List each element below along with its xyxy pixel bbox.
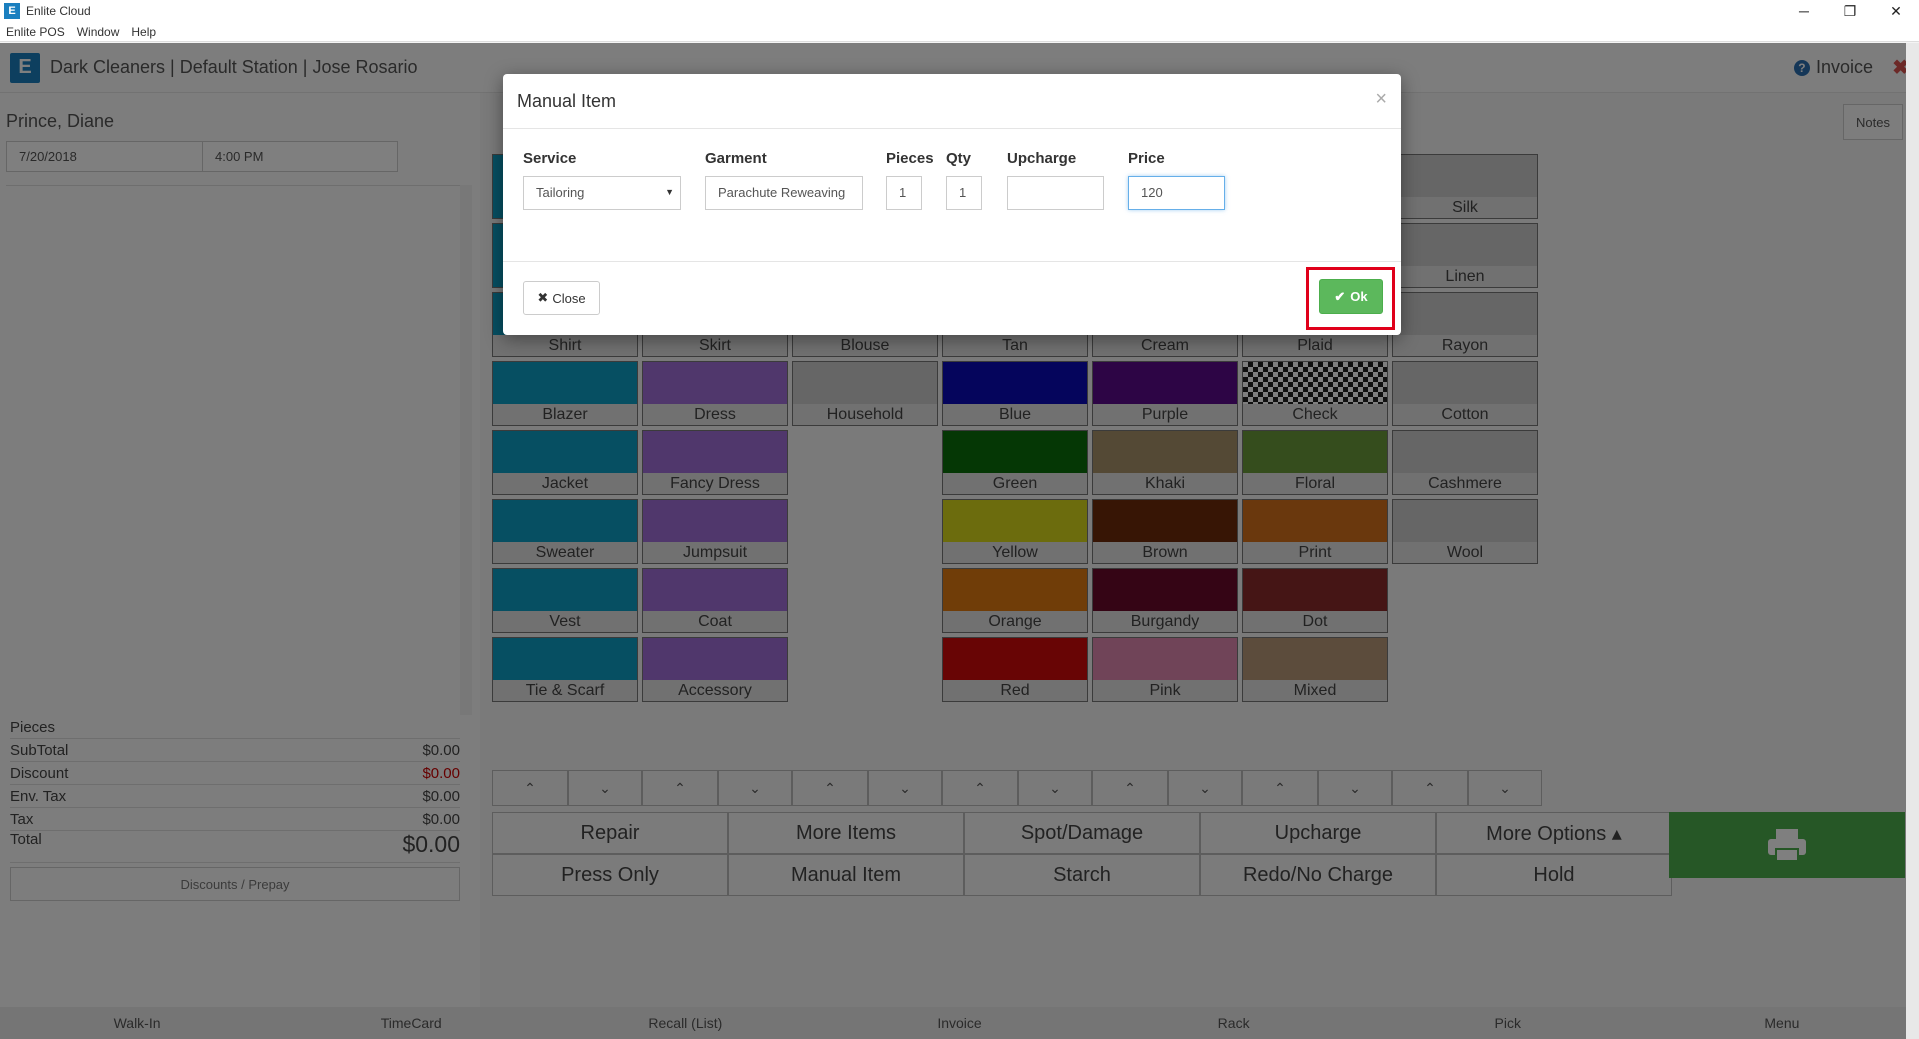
menu-enlite-pos[interactable]: Enlite POS — [0, 25, 71, 39]
service-value: Tailoring — [536, 185, 585, 200]
restore-icon[interactable]: ❐ — [1827, 0, 1873, 22]
window-title: Enlite Cloud — [26, 4, 91, 18]
pieces-input[interactable]: 1 — [886, 176, 922, 210]
dialog-title: Manual Item — [503, 74, 1401, 129]
qty-label: Qty — [946, 150, 972, 167]
upcharge-label: Upcharge — [1007, 150, 1077, 167]
price-input[interactable]: 120 — [1128, 176, 1225, 210]
minimize-icon[interactable]: ─ — [1781, 0, 1827, 22]
pieces-label: Pieces — [886, 150, 934, 167]
close-button-label: Close — [552, 290, 586, 306]
service-label: Service — [523, 150, 577, 167]
chevron-down-icon: ▼ — [665, 187, 674, 197]
menubar: Enlite POS Window Help — [0, 22, 1919, 42]
close-icon: ✖ — [537, 290, 549, 305]
check-icon: ✔ — [1334, 288, 1346, 304]
window-titlebar: E Enlite Cloud ─ ❐ ✕ — [0, 0, 1919, 22]
menu-window[interactable]: Window — [71, 25, 126, 39]
close-window-icon[interactable]: ✕ — [1873, 0, 1919, 22]
price-label: Price — [1128, 150, 1165, 167]
menu-help[interactable]: Help — [125, 25, 162, 39]
manual-item-dialog: Manual Item × Service Garment Pieces Qty… — [503, 74, 1401, 335]
window-scrollbar[interactable] — [1906, 43, 1919, 1039]
ok-button[interactable]: ✔ Ok — [1319, 279, 1383, 314]
app-logo-icon: E — [4, 3, 20, 19]
qty-input[interactable]: 1 — [946, 176, 982, 210]
dialog-footer: ✖ Close — [503, 261, 1401, 335]
garment-input[interactable]: Parachute Reweaving — [705, 176, 863, 210]
window-controls: ─ ❐ ✕ — [1781, 0, 1919, 22]
garment-label: Garment — [705, 150, 767, 167]
upcharge-input[interactable] — [1007, 176, 1104, 210]
dialog-close-icon[interactable]: × — [1375, 88, 1387, 111]
ok-button-label: Ok — [1350, 289, 1368, 304]
close-button[interactable]: ✖ Close — [523, 281, 600, 315]
service-select[interactable]: Tailoring ▼ — [523, 176, 681, 210]
